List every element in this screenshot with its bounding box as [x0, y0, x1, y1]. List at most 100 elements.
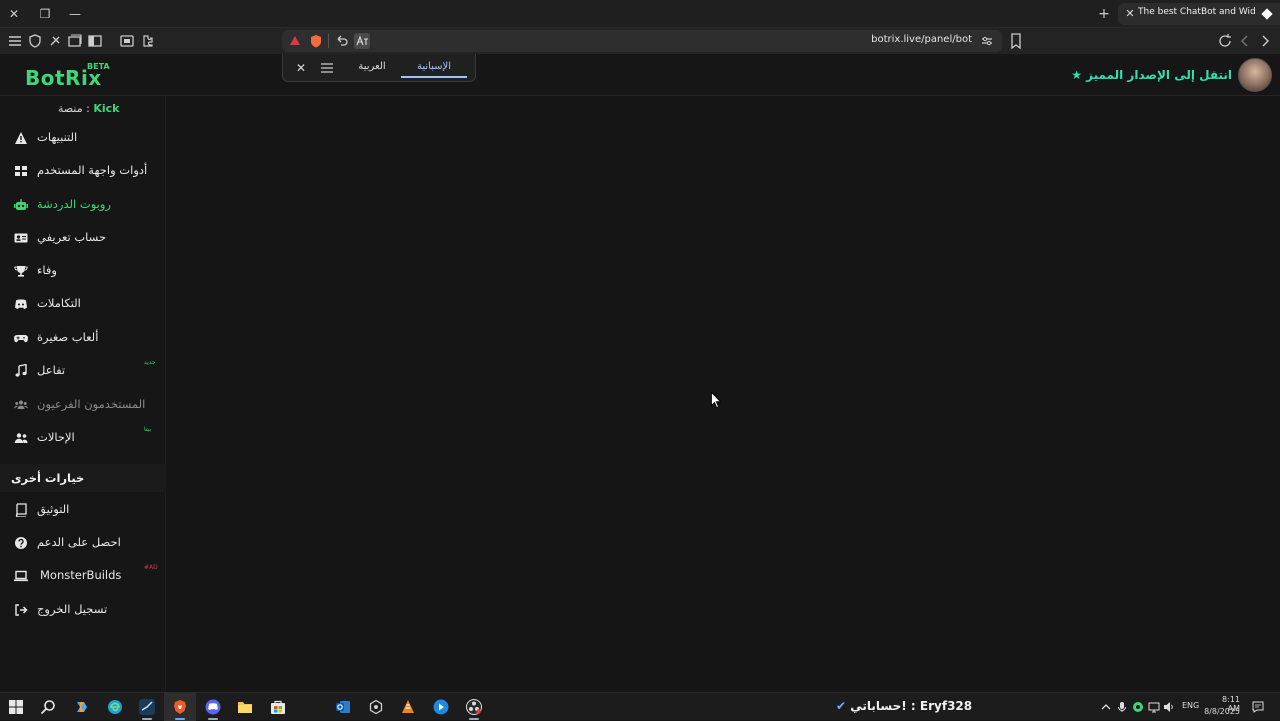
- sidebar-item-logout[interactable]: تسجيل الخروج: [0, 595, 166, 625]
- beta-badge: بيتا: [144, 426, 152, 433]
- address-bar[interactable]: botrix.live/panel/bot: [282, 30, 1002, 52]
- reload-icon[interactable]: [1217, 33, 1233, 49]
- user-friends-icon: [14, 433, 28, 443]
- now-playing-label: حساباتي! : Eryf328: [850, 699, 973, 713]
- tab-title: The best ChatBot and Widgets fo: [1138, 7, 1256, 17]
- window-restore-icon[interactable]: ❐: [37, 6, 53, 22]
- forward-icon[interactable]: [1257, 33, 1273, 49]
- sidebar-item-label: التوثيق: [37, 502, 70, 516]
- microsoft-store-icon[interactable]: [270, 699, 286, 715]
- sidebar-item-sub-users[interactable]: المستخدمون الفرعيون: [0, 390, 166, 420]
- question-icon: [15, 537, 27, 549]
- tray-app-icon[interactable]: [1132, 701, 1144, 713]
- ad-badge: #AD: [144, 564, 158, 571]
- taskbar: ✔ حساباتي! : Eryf328 ENG 8:11 AM 8/8/202…: [0, 692, 1280, 721]
- undo-icon[interactable]: [334, 33, 350, 49]
- app-header: BotRix BETA انتقل إلى الإصدار المميز ★: [0, 54, 1280, 96]
- copilot-icon[interactable]: [74, 699, 90, 715]
- translate-language-arabic[interactable]: العربية: [347, 61, 397, 72]
- sidebar-item-support[interactable]: احصل على الدعم: [0, 528, 166, 558]
- windows-start-icon[interactable]: [8, 699, 24, 715]
- robot-icon: [14, 199, 28, 210]
- chevron-up-icon[interactable]: [1100, 701, 1112, 713]
- brave-browser-icon[interactable]: [172, 699, 188, 715]
- warning-icon: [15, 132, 27, 144]
- outlook-icon[interactable]: [335, 699, 351, 715]
- logout-icon: [15, 604, 28, 616]
- volume-icon[interactable]: [1163, 701, 1175, 713]
- sidebar-item-label: تفاعل: [37, 363, 66, 377]
- sidebar-item-widgets[interactable]: أدوات واجهة المستخدم: [0, 156, 166, 186]
- sidebar-item-label: التكاملات: [37, 296, 81, 310]
- discord-taskbar-icon[interactable]: [205, 699, 221, 715]
- music-app-icon: ✔: [836, 699, 847, 713]
- sidebar-item-documentation[interactable]: التوثيق: [0, 495, 166, 525]
- go-premium-link[interactable]: انتقل إلى الإصدار المميز ★: [1071, 68, 1232, 82]
- sidebar-item-label: وفاء: [37, 263, 57, 277]
- sidebar-item-interaction[interactable]: تفاعل جديد: [0, 356, 166, 386]
- other-options-title: خيارات أخرى: [11, 471, 85, 485]
- browser-toolbar: botrix.live/panel/bot: [0, 28, 1280, 54]
- sidebar-item-label: حساب تعريفي: [37, 230, 107, 244]
- network-icon[interactable]: [1148, 701, 1160, 713]
- new-tab-button[interactable]: +: [1096, 6, 1112, 22]
- sidebar-menu-icon[interactable]: [7, 33, 23, 49]
- music-note-icon: [15, 364, 27, 377]
- obs-studio-icon[interactable]: [466, 699, 482, 715]
- new-badge: جديد: [144, 359, 156, 366]
- steam-icon[interactable]: [139, 699, 155, 715]
- translate-close-icon[interactable]: ✕: [293, 60, 309, 76]
- site-settings-icon[interactable]: [980, 34, 994, 48]
- sidebar-item-monsterbuilds[interactable]: MonsterBuilds #AD: [0, 561, 166, 591]
- book-icon: [15, 503, 27, 517]
- tabs-icon[interactable]: [67, 33, 83, 49]
- platform-name: Kick: [93, 102, 120, 115]
- id-card-icon: [14, 233, 28, 243]
- clock-date[interactable]: 8/8/2025: [1202, 707, 1240, 716]
- url-text: botrix.live/panel/bot: [871, 34, 972, 45]
- search-icon[interactable]: [40, 699, 56, 715]
- vlc-icon[interactable]: [400, 699, 416, 715]
- window-close-icon[interactable]: ✕: [6, 6, 22, 22]
- bookmark-icon[interactable]: [1008, 32, 1024, 50]
- sidebar-panel-icon[interactable]: [87, 33, 103, 49]
- edge-browser-icon[interactable]: [107, 699, 123, 715]
- browser-tab[interactable]: ✕ The best ChatBot and Widgets fo: [1118, 3, 1280, 25]
- sidebar-item-referrals[interactable]: الإحالات بيتا: [0, 423, 166, 453]
- streaming-app-icon[interactable]: [433, 699, 449, 715]
- brave-shields-icon[interactable]: [308, 33, 324, 49]
- sidebar-item-integrations[interactable]: التكاملات: [0, 289, 166, 319]
- sidebar-item-chatbot[interactable]: روبوت الدردشة: [0, 190, 166, 220]
- translate-icon[interactable]: [354, 33, 370, 49]
- star-icon: ★: [1071, 68, 1082, 82]
- extension-puzzle-icon[interactable]: [47, 33, 63, 49]
- user-avatar[interactable]: [1238, 58, 1272, 92]
- sidebar-item-alerts[interactable]: التنبيهات: [0, 123, 166, 153]
- sidebar-item-minigames[interactable]: ألعاب صغيرة: [0, 323, 166, 353]
- platform-label: منصة :: [58, 102, 90, 115]
- divider: [328, 34, 329, 48]
- back-icon[interactable]: [1237, 33, 1253, 49]
- main-content[interactable]: [167, 97, 1280, 692]
- sidebar: منصة : Kick التنبيهات أدوات واجهة المستخ…: [0, 96, 166, 692]
- sidebar-item-label: ألعاب صغيرة: [37, 330, 99, 344]
- translate-language-spanish[interactable]: الإسبانية: [401, 61, 467, 72]
- tab-close-icon[interactable]: ✕: [1122, 6, 1138, 22]
- sidebar-item-label: احصل على الدعم: [37, 535, 121, 549]
- brave-rewards-icon[interactable]: [287, 33, 303, 49]
- screenshot-icon[interactable]: [119, 33, 135, 49]
- window-minimize-icon[interactable]: —: [67, 6, 83, 22]
- notifications-icon[interactable]: [1252, 701, 1264, 713]
- file-explorer-icon[interactable]: [237, 699, 253, 715]
- sidebar-item-loyalty[interactable]: وفاء: [0, 256, 166, 286]
- sidebar-item-profile[interactable]: حساب تعريفي: [0, 223, 166, 253]
- shield-icon[interactable]: [27, 33, 43, 49]
- mouse-cursor-icon: [711, 392, 721, 408]
- translate-menu-icon[interactable]: [319, 60, 335, 76]
- microphone-icon[interactable]: [1116, 701, 1128, 713]
- settings-gear-icon[interactable]: [368, 699, 384, 715]
- input-language[interactable]: ENG: [1182, 701, 1199, 710]
- sidebar-item-label: المستخدمون الفرعيون: [37, 397, 146, 411]
- extensions-icon[interactable]: [139, 33, 155, 49]
- platform-line: منصة : Kick: [58, 102, 120, 115]
